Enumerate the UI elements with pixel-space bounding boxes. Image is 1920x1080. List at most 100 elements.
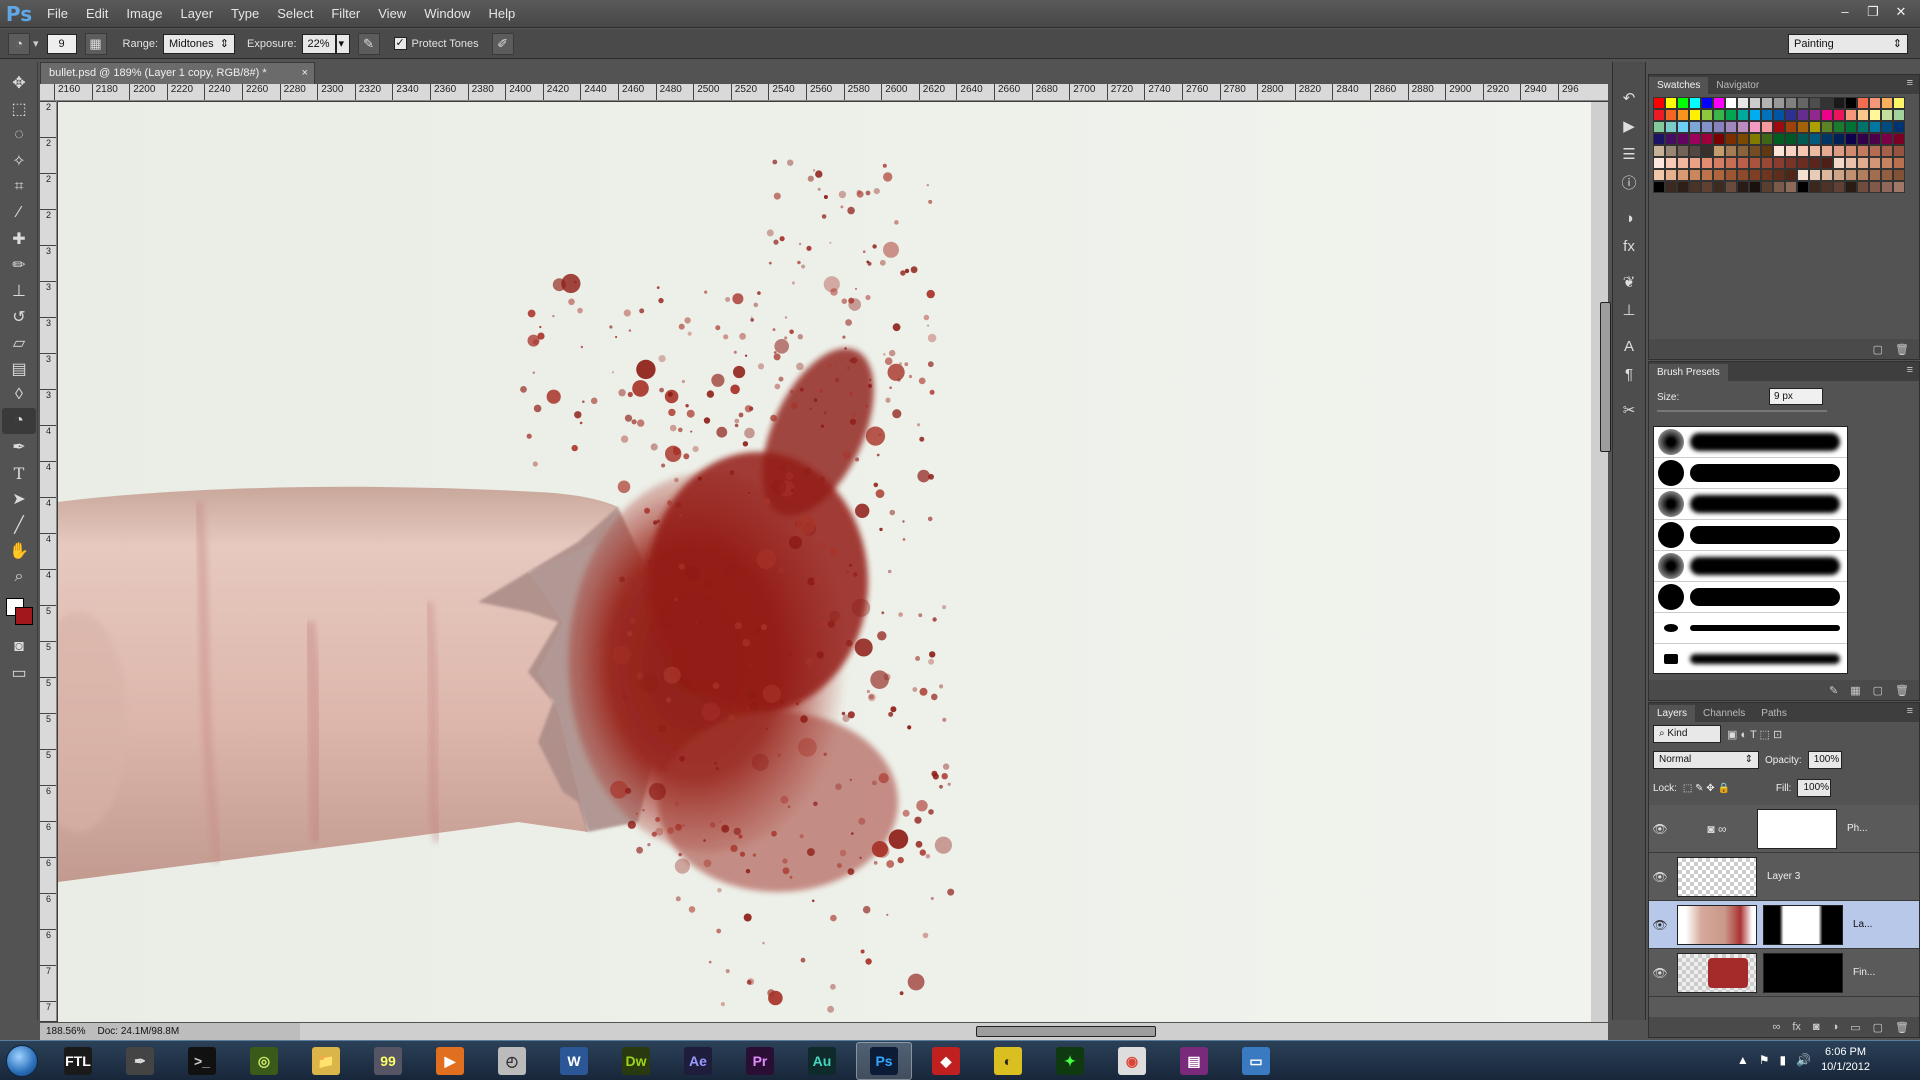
layer-thumbnail[interactable]: [1677, 952, 1757, 993]
visibility-eye-icon[interactable]: 👁: [1649, 822, 1671, 836]
layer-row[interactable]: 👁 ◙ ∞ Ph...: [1649, 805, 1919, 853]
color-swatch[interactable]: [1845, 133, 1857, 145]
color-swatch[interactable]: [1821, 109, 1833, 121]
color-swatch[interactable]: [1665, 133, 1677, 145]
color-swatch[interactable]: [1797, 133, 1809, 145]
taskbar-app-button[interactable]: W: [546, 1042, 602, 1080]
protect-tones-checkbox[interactable]: ✓ Protect Tones: [393, 37, 484, 50]
color-swatch[interactable]: [1749, 169, 1761, 181]
color-swatch[interactable]: [1701, 145, 1713, 157]
pressure-size-icon[interactable]: ✐: [491, 32, 514, 55]
layer-name[interactable]: La...: [1853, 919, 1872, 930]
color-swatch[interactable]: [1665, 121, 1677, 133]
tab-paths[interactable]: Paths: [1753, 705, 1795, 722]
visibility-eye-icon[interactable]: 👁: [1649, 966, 1671, 980]
color-swatch[interactable]: [1797, 169, 1809, 181]
fill-input[interactable]: 100%: [1797, 779, 1832, 797]
color-swatch[interactable]: [1701, 169, 1713, 181]
color-swatch[interactable]: [1809, 157, 1821, 169]
color-swatch[interactable]: [1737, 181, 1749, 193]
color-swatch[interactable]: [1833, 157, 1845, 169]
visibility-eye-icon[interactable]: 👁: [1649, 918, 1671, 932]
brush-preset[interactable]: [1654, 644, 1847, 673]
tab-brush-presets[interactable]: Brush Presets: [1649, 364, 1728, 381]
action-center-icon[interactable]: ⚑: [1759, 1053, 1770, 1067]
history-brush-tool-icon[interactable]: ↺: [2, 304, 36, 330]
color-swatch[interactable]: [1737, 133, 1749, 145]
doc-info[interactable]: Doc: 24.1M/98.8M: [91, 1023, 185, 1040]
color-swatch[interactable]: [1809, 97, 1821, 109]
taskbar-app-button[interactable]: ▤: [1166, 1042, 1222, 1080]
color-swatch[interactable]: [1713, 145, 1725, 157]
taskbar-app-button[interactable]: ◴: [484, 1042, 540, 1080]
size-slider[interactable]: [1657, 410, 1827, 412]
color-swatch[interactable]: [1773, 109, 1785, 121]
color-swatch[interactable]: [1737, 157, 1749, 169]
color-swatch[interactable]: [1773, 133, 1785, 145]
adjustments-icon[interactable]: ◑: [1613, 204, 1645, 232]
menu-image[interactable]: Image: [117, 6, 171, 21]
color-swatch[interactable]: [1881, 97, 1893, 109]
sponge-tool-icon[interactable]: ◔: [2, 408, 36, 434]
color-swatch[interactable]: [1737, 145, 1749, 157]
group-icon[interactable]: ▭: [1850, 1021, 1860, 1034]
color-swatch[interactable]: [1821, 169, 1833, 181]
color-swatch[interactable]: [1689, 145, 1701, 157]
color-swatch[interactable]: [1761, 145, 1773, 157]
color-swatch[interactable]: [1821, 157, 1833, 169]
zoom-tool-icon[interactable]: ⌕: [2, 564, 36, 590]
color-swatch[interactable]: [1845, 181, 1857, 193]
tool-presets-icon[interactable]: ✂: [1613, 396, 1645, 424]
brush-tool-icon[interactable]: ✏: [2, 252, 36, 278]
taskbar-app-button[interactable]: ◆: [918, 1042, 974, 1080]
color-swatch[interactable]: [1677, 157, 1689, 169]
menu-filter[interactable]: Filter: [322, 6, 369, 21]
color-swatch[interactable]: [1833, 169, 1845, 181]
color-swatch[interactable]: [1797, 109, 1809, 121]
color-swatch[interactable]: [1725, 169, 1737, 181]
color-swatch[interactable]: [1665, 97, 1677, 109]
color-swatch[interactable]: [1773, 97, 1785, 109]
color-swatch[interactable]: [1737, 109, 1749, 121]
screen-mode-icon[interactable]: ▭: [2, 660, 36, 686]
color-swatch[interactable]: [1653, 145, 1665, 157]
eyedropper-tool-icon[interactable]: ⁄: [2, 200, 36, 226]
taskbar-app-button[interactable]: Dw: [608, 1042, 664, 1080]
pen-tool-icon[interactable]: ✒: [2, 434, 36, 460]
quick-mask-icon[interactable]: ◙: [2, 634, 36, 660]
canvas[interactable]: [58, 102, 1591, 1022]
color-swatch[interactable]: [1773, 181, 1785, 193]
color-swatch[interactable]: [1785, 121, 1797, 133]
color-swatch[interactable]: [1665, 157, 1677, 169]
color-swatch[interactable]: [1713, 181, 1725, 193]
gradient-tool-icon[interactable]: ▤: [2, 356, 36, 382]
color-swatch[interactable]: [1773, 145, 1785, 157]
color-swatch[interactable]: [1761, 121, 1773, 133]
exposure-input[interactable]: 22%: [301, 33, 336, 54]
vertical-scrollbar[interactable]: [1591, 102, 1611, 1022]
grid-icon[interactable]: ▦: [1850, 684, 1860, 697]
color-swatch[interactable]: [1725, 97, 1737, 109]
document-tab[interactable]: bullet.psd @ 189% (Layer 1 copy, RGB/8#)…: [40, 62, 315, 84]
color-swatch[interactable]: [1725, 145, 1737, 157]
start-button[interactable]: [0, 1042, 44, 1080]
lasso-tool-icon[interactable]: ◌: [2, 122, 36, 148]
tray-arrow-icon[interactable]: ▲: [1737, 1053, 1749, 1067]
menu-layer[interactable]: Layer: [172, 6, 223, 21]
visibility-eye-icon[interactable]: 👁: [1649, 870, 1671, 884]
color-swatch[interactable]: [1869, 169, 1881, 181]
menu-help[interactable]: Help: [479, 6, 524, 21]
panel-menu-icon[interactable]: ≡: [1907, 364, 1913, 376]
color-swatch[interactable]: [1893, 109, 1905, 121]
color-swatch[interactable]: [1653, 109, 1665, 121]
color-swatch[interactable]: [1893, 145, 1905, 157]
volume-icon[interactable]: 🔊: [1796, 1053, 1811, 1067]
color-swatch[interactable]: [1761, 181, 1773, 193]
brush-options-icon[interactable]: ✎: [1829, 684, 1838, 697]
color-swatch[interactable]: [1737, 97, 1749, 109]
color-swatch[interactable]: [1881, 157, 1893, 169]
color-swatch[interactable]: [1869, 181, 1881, 193]
taskbar-app-button[interactable]: ▶: [422, 1042, 478, 1080]
color-swatch[interactable]: [1881, 121, 1893, 133]
color-swatch[interactable]: [1857, 97, 1869, 109]
